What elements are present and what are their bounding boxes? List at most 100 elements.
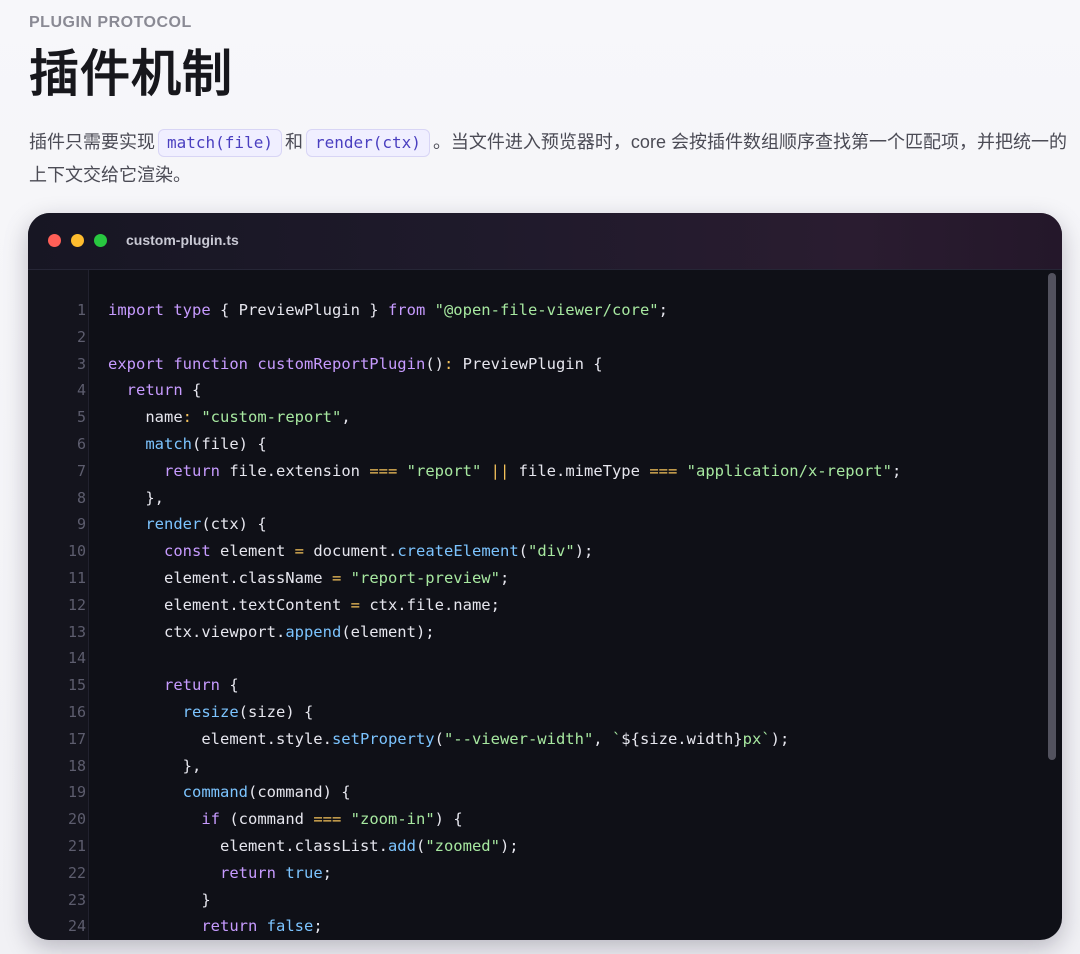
code-line: 21 element.classList.add("zoomed"); (28, 833, 1028, 860)
code-text: }, (108, 753, 202, 780)
line-number: 21 (67, 837, 86, 855)
line-number: 5 (76, 408, 86, 427)
vertical-scrollbar[interactable] (1048, 273, 1056, 760)
code-text: const element = document.createElement("… (108, 538, 593, 565)
code-token: "--viewer-width" (443, 729, 594, 748)
code-token: (size) { (238, 703, 314, 721)
code-line: 18 }, (28, 753, 1028, 780)
code-token: return (164, 461, 220, 480)
code-token: "@open-file-viewer/core" (434, 301, 659, 319)
code-line: 7 return file.extension === "report" || … (28, 458, 1028, 485)
code-token: ; (313, 917, 323, 936)
code-line: 16 resize(size) { (28, 699, 1028, 726)
code-token: element (210, 542, 295, 561)
code-token: "report-preview" (350, 569, 500, 587)
code-token: (file) { (192, 435, 267, 453)
code-token: "zoomed" (425, 837, 500, 855)
line-number: 14 (67, 649, 86, 668)
line-number: 11 (67, 569, 86, 587)
code-text: return { (108, 672, 239, 699)
code-line: 12 element.textContent = ctx.file.name; (28, 592, 1028, 619)
code-line: 3 export function customReportPlugin(): P… (28, 351, 1028, 378)
line-number: 10 (67, 542, 86, 561)
code-token: ${size.width} (621, 729, 743, 748)
code-token: ( (415, 837, 426, 855)
code-token: { PreviewPlugin } (210, 301, 388, 319)
code-token: ( (434, 729, 444, 748)
code-token: customReportPlugin (257, 354, 426, 373)
code-token: "report" (406, 461, 482, 480)
code-text: command(command) { (108, 779, 351, 806)
code-token: ctx.file.name; (359, 595, 500, 614)
code-text: element.textContent = ctx.file.name; (108, 592, 500, 619)
code-line: 4 return { (28, 377, 1028, 404)
code-token: { (182, 381, 202, 400)
code-token: return (164, 676, 220, 695)
code-text: return true; (108, 860, 332, 887)
code-area[interactable]: 1 import type { PreviewPlugin } from "@op… (28, 270, 1062, 940)
line-number: 3 (76, 354, 86, 373)
code-text: import type { PreviewPlugin } from "@ope… (108, 297, 668, 324)
code-token: command (182, 783, 248, 802)
code-text: resize(size) { (108, 699, 314, 726)
code-text: element.style.setProperty("--viewer-widt… (108, 726, 789, 753)
code-token: (ctx) { (201, 515, 267, 534)
line-number: 13 (67, 622, 86, 641)
code-token: document. (304, 542, 398, 561)
code-line: 22 return true; (28, 860, 1028, 887)
window-titlebar: custom-plugin.ts (28, 213, 1062, 270)
code-token: (element); (341, 622, 435, 641)
code-line: 8 }, (28, 485, 1028, 512)
code-window: custom-plugin.ts 1 import type { PreviewP… (28, 213, 1062, 940)
code-token: ; (322, 863, 332, 882)
code-token: === (369, 461, 398, 480)
code-token: = (331, 569, 342, 587)
code-token: setProperty (331, 729, 435, 748)
line-number: 6 (76, 435, 86, 453)
code-token: || (490, 461, 510, 480)
code-token: (command (220, 810, 314, 829)
close-window-dot-icon[interactable] (48, 234, 61, 247)
page: PLUGIN PROTOCOL 插件机制 插件只需要实现 match(file) 和… (0, 0, 1080, 954)
code-line: 19 command(command) { (28, 779, 1028, 806)
code-token: { (220, 676, 239, 695)
code-token: } (108, 890, 211, 909)
code-line: 6 match(file) { (28, 431, 1028, 458)
line-number: 17 (67, 729, 86, 748)
desc-text-1: 插件只需要实现 (29, 132, 155, 152)
code-token: import type (108, 301, 211, 319)
code-token: return (126, 381, 183, 400)
code-token: ); (499, 837, 519, 855)
code-token: ` (611, 729, 622, 748)
code-token: ) { (434, 810, 463, 829)
line-number: 18 (67, 756, 86, 775)
inline-code-match: match(file) (158, 129, 282, 157)
code-token: ctx.viewport. (108, 622, 286, 641)
code-token: PreviewPlugin { (453, 354, 603, 373)
code-line: 2 (28, 324, 1028, 351)
code-text: return { (108, 377, 202, 404)
code-line: 9 render(ctx) { (28, 511, 1028, 538)
minimize-window-dot-icon[interactable] (71, 234, 84, 247)
code-line: 10 const element = document.createElemen… (28, 538, 1028, 565)
code-token: ; (891, 461, 902, 480)
code-token: element.classList. (108, 837, 388, 855)
line-number: 7 (76, 461, 86, 480)
maximize-window-dot-icon[interactable] (94, 234, 107, 247)
code-text: ctx.viewport.append(element); (108, 619, 435, 646)
code-token: === (649, 461, 678, 480)
code-line: 5 name: "custom-report", (28, 404, 1028, 431)
code-token: () (425, 354, 444, 373)
